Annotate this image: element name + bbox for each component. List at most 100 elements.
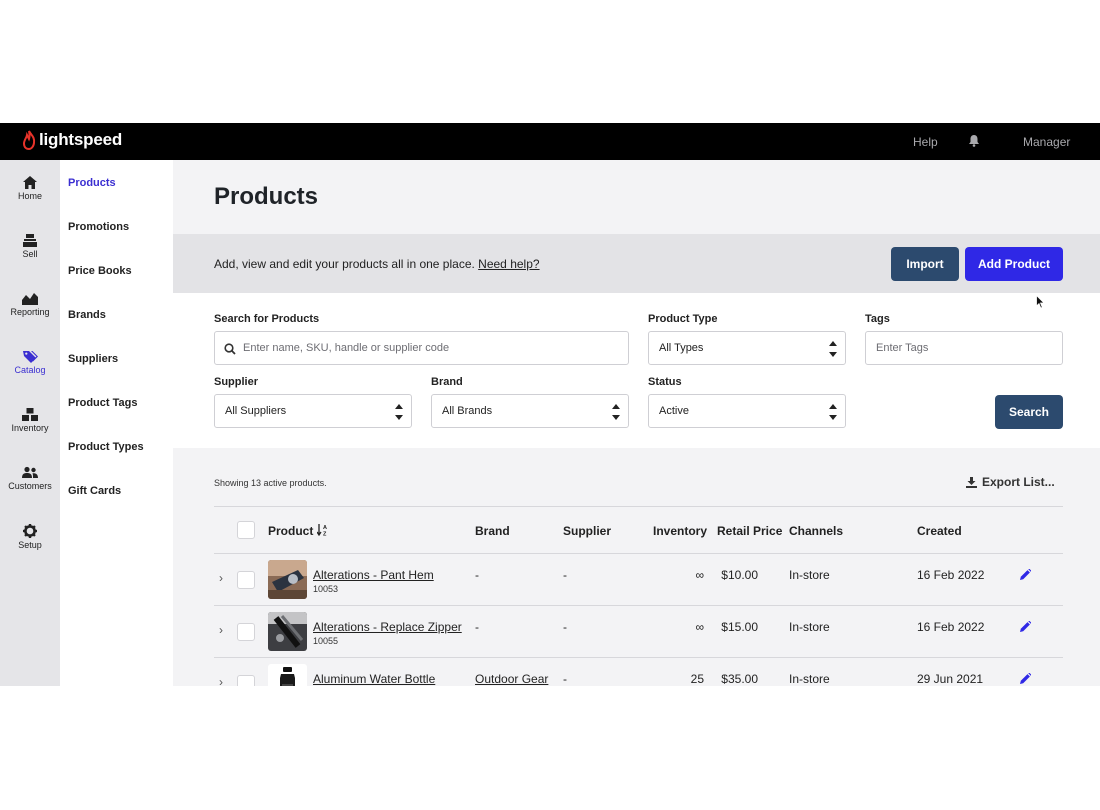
result-count: Showing 13 active products.	[214, 478, 327, 488]
expand-chevron-icon[interactable]: ›	[219, 571, 223, 585]
column-header-created[interactable]: Created	[917, 524, 962, 538]
subnav-item-promotions[interactable]: Promotions	[68, 221, 129, 233]
subnav-item-brands[interactable]: Brands	[68, 309, 106, 321]
rail-label: Catalog	[14, 365, 46, 375]
import-button[interactable]: Import	[891, 247, 959, 281]
app-window: lightspeed Help Manager Home Sell Report…	[0, 123, 1100, 686]
subnav-item-product-types[interactable]: Product Types	[68, 441, 144, 453]
supplier-cell: -	[563, 620, 567, 634]
main-nav-rail: Home Sell Reporting Catalog Inventory Cu…	[0, 160, 60, 686]
main-content: Products Add, view and edit your product…	[173, 160, 1100, 686]
select-arrows-icon	[612, 404, 620, 420]
brand-cell-link[interactable]: Outdoor Gear	[475, 672, 548, 686]
rail-label: Setup	[18, 540, 42, 550]
supplier-cell: -	[563, 672, 567, 686]
download-icon	[966, 476, 977, 488]
search-placeholder: Enter name, SKU, handle or supplier code	[243, 342, 450, 354]
table-header: Product AZ Brand Supplier Inventory Reta…	[214, 506, 1063, 554]
home-icon	[23, 176, 37, 189]
svg-text:Z: Z	[323, 532, 327, 537]
rail-item-setup[interactable]: Setup	[0, 524, 60, 576]
help-link[interactable]: Help	[913, 135, 938, 149]
search-button[interactable]: Search	[995, 395, 1063, 429]
supplier-label: Supplier	[214, 376, 259, 388]
created-cell: 16 Feb 2022	[917, 568, 985, 582]
edit-pencil-icon[interactable]	[1020, 673, 1031, 684]
table-row[interactable]: › Aluminum Water Bottle Outdoor Gear - 2…	[214, 658, 1063, 686]
export-list-button[interactable]: Export List...	[966, 475, 1055, 489]
table-row[interactable]: › Alterations - Pant Hem 10053 - - ∞ $10…	[214, 554, 1063, 606]
brand-select[interactable]: All Brands	[431, 394, 629, 428]
supplier-value: All Suppliers	[225, 405, 287, 417]
tag-icon	[22, 351, 38, 363]
select-arrows-icon	[829, 341, 837, 357]
brand-label: Brand	[431, 376, 463, 388]
catalog-subnav: Products Promotions Price Books Brands S…	[60, 160, 173, 686]
column-header-inventory[interactable]: Inventory	[653, 524, 707, 538]
rail-label: Customers	[8, 481, 52, 491]
top-bar: lightspeed Help Manager	[0, 123, 1100, 160]
select-all-checkbox[interactable]	[237, 521, 255, 539]
inventory-cell: 25	[690, 672, 704, 686]
expand-chevron-icon[interactable]: ›	[219, 675, 223, 686]
column-label: Product	[268, 524, 314, 538]
price-cell: $15.00	[721, 620, 758, 634]
rail-item-customers[interactable]: Customers	[0, 466, 60, 518]
page-title: Products	[214, 183, 319, 210]
sort-icon: AZ	[316, 524, 327, 538]
status-label: Status	[648, 376, 682, 388]
subnav-item-price-books[interactable]: Price Books	[68, 265, 132, 277]
brand-cell: -	[475, 568, 479, 582]
bell-icon[interactable]	[968, 134, 980, 147]
column-header-product[interactable]: Product AZ	[268, 524, 329, 538]
inventory-cell: ∞	[695, 568, 704, 582]
subnav-item-gift-cards[interactable]: Gift Cards	[68, 485, 121, 497]
product-name-link[interactable]: Alterations - Replace Zipper	[313, 620, 462, 634]
product-thumbnail	[268, 560, 307, 599]
need-help-link[interactable]: Need help?	[478, 257, 539, 271]
boxes-icon	[22, 408, 38, 421]
add-product-button[interactable]: Add Product	[965, 247, 1063, 281]
edit-pencil-icon[interactable]	[1020, 621, 1031, 632]
brand-value: All Brands	[442, 405, 493, 417]
rail-label: Inventory	[11, 423, 49, 433]
subnav-item-products[interactable]: Products	[68, 177, 116, 189]
row-checkbox[interactable]	[237, 571, 255, 589]
select-arrows-icon	[829, 404, 837, 420]
product-list: Showing 13 active products. Export List.…	[173, 448, 1100, 686]
product-type-select[interactable]: All Types	[648, 331, 846, 365]
column-header-supplier[interactable]: Supplier	[563, 524, 611, 538]
created-cell: 16 Feb 2022	[917, 620, 985, 634]
chart-icon	[22, 293, 38, 305]
column-header-retail-price[interactable]: Retail Price	[717, 524, 782, 538]
product-sku: 10055	[313, 636, 339, 646]
rail-item-sell[interactable]: Sell	[0, 234, 60, 286]
mouse-cursor-icon	[1036, 295, 1045, 309]
row-checkbox[interactable]	[237, 675, 255, 686]
product-thumbnail	[268, 612, 307, 651]
supplier-select[interactable]: All Suppliers	[214, 394, 412, 428]
user-menu[interactable]: Manager	[1023, 135, 1070, 149]
description-text: Add, view and edit your products all in …	[214, 257, 475, 271]
column-header-channels[interactable]: Channels	[789, 524, 843, 538]
rail-item-catalog[interactable]: Catalog	[0, 350, 60, 402]
brand-cell: -	[475, 620, 479, 634]
search-input[interactable]: Enter name, SKU, handle or supplier code	[214, 331, 629, 365]
tags-input[interactable]: Enter Tags	[865, 331, 1063, 365]
rail-item-inventory[interactable]: Inventory	[0, 408, 60, 460]
subnav-item-suppliers[interactable]: Suppliers	[68, 353, 118, 365]
product-name-link[interactable]: Alterations - Pant Hem	[313, 568, 434, 582]
row-checkbox[interactable]	[237, 623, 255, 641]
rail-item-home[interactable]: Home	[0, 176, 60, 228]
page-description: Add, view and edit your products all in …	[214, 257, 540, 271]
tags-label: Tags	[865, 313, 890, 325]
rail-item-reporting[interactable]: Reporting	[0, 292, 60, 344]
product-name-link[interactable]: Aluminum Water Bottle	[313, 672, 435, 686]
table-row[interactable]: › Alterations - Replace Zipper 10055 - -…	[214, 606, 1063, 658]
edit-pencil-icon[interactable]	[1020, 569, 1031, 580]
brand-logo[interactable]: lightspeed	[22, 130, 122, 150]
subnav-item-product-tags[interactable]: Product Tags	[68, 397, 137, 409]
status-select[interactable]: Active	[648, 394, 846, 428]
expand-chevron-icon[interactable]: ›	[219, 623, 223, 637]
column-header-brand[interactable]: Brand	[475, 524, 510, 538]
